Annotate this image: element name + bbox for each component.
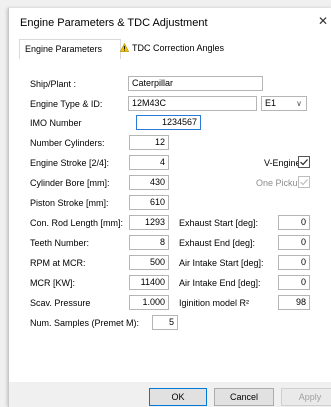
piston-stroke-label: Piston Stroke [mm]:	[30, 198, 109, 208]
one-pickup-checkbox[interactable]	[298, 176, 310, 188]
warning-icon	[120, 43, 129, 52]
air-intake-start-field[interactable]: 0	[278, 255, 310, 270]
close-icon[interactable]: ✕	[318, 14, 331, 32]
cylinders-field[interactable]: 12	[129, 135, 169, 150]
cylinder-bore-field[interactable]: 430	[129, 175, 169, 190]
tab-bar: Engine Parameters TDC Correction Angles	[19, 39, 331, 60]
v-engine-checkbox[interactable]	[298, 156, 310, 168]
exhaust-end-field[interactable]: 0	[278, 235, 310, 250]
mcr-field[interactable]: 11400	[129, 275, 169, 290]
num-samples-field[interactable]: 5	[152, 315, 178, 330]
engine-id-value: E1	[265, 98, 277, 108]
tab-tdc-correction-angles[interactable]: TDC Correction Angles	[115, 39, 229, 58]
air-intake-start-label: Air Intake Start [deg]:	[179, 258, 264, 268]
engine-parameters-panel: Ship/Plant : Caterpillar Engine Type & I…	[19, 59, 331, 382]
exhaust-start-field[interactable]: 0	[278, 215, 310, 230]
air-intake-end-field[interactable]: 0	[278, 275, 310, 290]
rpm-label: RPM at MCR:	[30, 258, 86, 268]
con-rod-label: Con. Rod Length [mm]:	[30, 218, 124, 228]
ship-plant-field[interactable]: Caterpillar	[128, 76, 263, 91]
engine-type-field[interactable]: 12M43C	[128, 96, 257, 111]
title-bar: Engine Parameters & TDC Adjustment ✕	[9, 8, 331, 38]
ship-plant-label: Ship/Plant :	[30, 79, 77, 89]
checkmark-icon	[300, 159, 308, 166]
cylinders-label: Number Cylinders:	[30, 138, 105, 148]
engine-stroke-label: Engine Stroke [2/4]:	[30, 158, 110, 168]
dialog-footer: OK Cancel Apply	[9, 382, 331, 407]
engine-stroke-field[interactable]: 4	[129, 155, 169, 170]
engine-id-select[interactable]: E1 ∨	[261, 96, 307, 111]
ignition-model-label: Iginition model R²	[179, 298, 250, 308]
rpm-field[interactable]: 500	[129, 255, 169, 270]
imo-field[interactable]: 1234567	[136, 115, 201, 130]
scav-pressure-label: Scav. Pressure	[30, 298, 91, 308]
engine-parameters-dialog: Engine Parameters & TDC Adjustment ✕ Eng…	[8, 8, 331, 407]
checkmark-icon	[300, 179, 308, 186]
apply-button[interactable]: Apply	[281, 388, 331, 406]
one-pickup-label: One Pickup	[256, 178, 303, 188]
cylinder-bore-label: Cylinder Bore [mm]:	[30, 178, 110, 188]
engine-type-label: Engine Type & ID:	[30, 99, 103, 109]
ok-button[interactable]: OK	[149, 388, 207, 406]
chevron-down-icon: ∨	[296, 99, 302, 108]
teeth-field[interactable]: 8	[129, 235, 169, 250]
exhaust-end-label: Exhaust End [deg]:	[179, 238, 256, 248]
exhaust-start-label: Exhaust Start [deg]:	[179, 218, 259, 228]
tab-engine-parameters-label: Engine Parameters	[25, 44, 103, 54]
dialog-title: Engine Parameters & TDC Adjustment	[20, 17, 208, 29]
con-rod-field[interactable]: 1293	[129, 215, 169, 230]
tab-engine-parameters[interactable]: Engine Parameters	[19, 39, 121, 60]
num-samples-label: Num. Samples (Premet M):	[30, 318, 140, 328]
air-intake-end-label: Air Intake End [deg]:	[179, 278, 261, 288]
tab-tdc-label: TDC Correction Angles	[132, 43, 225, 53]
mcr-label: MCR [KW]:	[30, 278, 75, 288]
scav-pressure-field[interactable]: 1.000	[129, 295, 169, 310]
piston-stroke-field[interactable]: 610	[129, 195, 169, 210]
cancel-button[interactable]: Cancel	[214, 388, 274, 406]
imo-label: IMO Number	[30, 118, 82, 128]
teeth-label: Teeth Number:	[30, 238, 90, 248]
ignition-model-field[interactable]: 98	[278, 295, 310, 310]
